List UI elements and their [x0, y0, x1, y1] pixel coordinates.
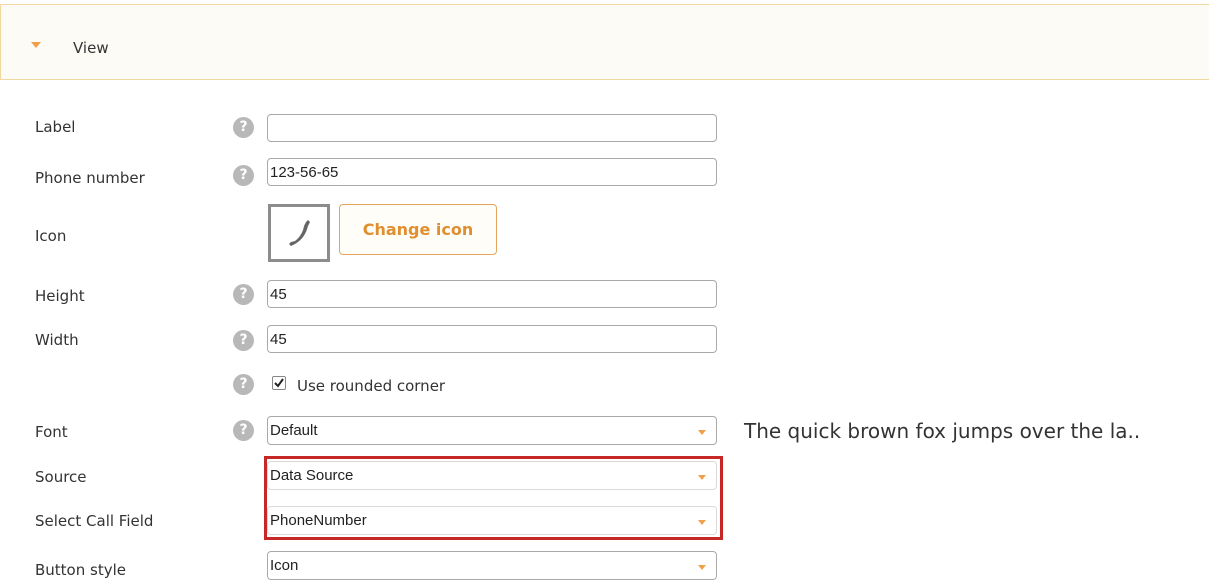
section-title: View [73, 39, 109, 57]
button-style-label: Button style [35, 561, 126, 579]
width-input[interactable] [267, 325, 717, 353]
width-label: Width [35, 331, 79, 349]
font-select[interactable]: Default [267, 416, 717, 445]
phone-number-label: Phone number [35, 169, 145, 187]
chevron-down-icon [698, 430, 706, 435]
button-style-select[interactable]: Icon [267, 551, 717, 580]
height-input[interactable] [267, 280, 717, 308]
view-section-header[interactable]: View [0, 4, 1209, 80]
chevron-down-icon[interactable] [31, 42, 41, 48]
chevron-down-icon [698, 565, 706, 570]
rounded-corner-label: Use rounded corner [297, 377, 446, 395]
source-label: Source [35, 468, 87, 486]
height-label: Height [35, 287, 85, 305]
help-icon[interactable]: ? [233, 165, 254, 186]
rounded-corner-checkbox[interactable] [272, 376, 286, 390]
help-icon[interactable]: ? [233, 374, 254, 395]
highlight-box [264, 456, 723, 540]
phone-number-input[interactable] [267, 158, 717, 186]
change-icon-button[interactable]: Change icon [339, 204, 497, 255]
font-select-value: Default [270, 422, 318, 439]
help-icon[interactable]: ? [233, 117, 254, 138]
button-style-select-value: Icon [270, 557, 299, 574]
help-icon[interactable]: ? [233, 284, 254, 305]
icon-field-label: Icon [35, 227, 67, 245]
call-field-label: Select Call Field [35, 512, 154, 530]
font-preview-text: The quick brown fox jumps over the la.. [744, 419, 1141, 443]
font-label: Font [35, 423, 68, 441]
help-icon[interactable]: ? [233, 420, 254, 441]
help-icon[interactable]: ? [233, 330, 254, 351]
label-input[interactable] [267, 114, 717, 142]
checkmark-icon [274, 378, 284, 388]
label-field-label: Label [35, 118, 76, 136]
phone-icon [289, 220, 310, 246]
icon-preview [268, 204, 330, 262]
